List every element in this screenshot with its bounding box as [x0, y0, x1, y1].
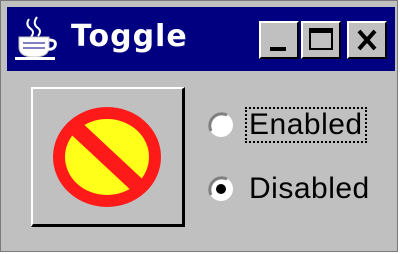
radio-enabled-label: Enabled: [245, 107, 367, 143]
radio-enabled[interactable]: Enabled: [207, 105, 367, 145]
window-title: Toggle: [71, 19, 188, 54]
minimize-button[interactable]: [259, 21, 299, 59]
radio-unselected-icon: [207, 111, 235, 139]
toggle-button[interactable]: [31, 87, 185, 227]
radio-selected-icon: [207, 175, 235, 203]
title-bar[interactable]: Toggle: [7, 7, 395, 71]
maximize-button[interactable]: [301, 21, 341, 59]
java-cup-icon: [13, 15, 59, 63]
radio-disabled-label: Disabled: [249, 172, 370, 205]
toggle-window: Toggle Enabled Disabled: [0, 0, 398, 252]
radio-disabled[interactable]: Disabled: [207, 169, 372, 209]
close-button[interactable]: [347, 21, 387, 59]
